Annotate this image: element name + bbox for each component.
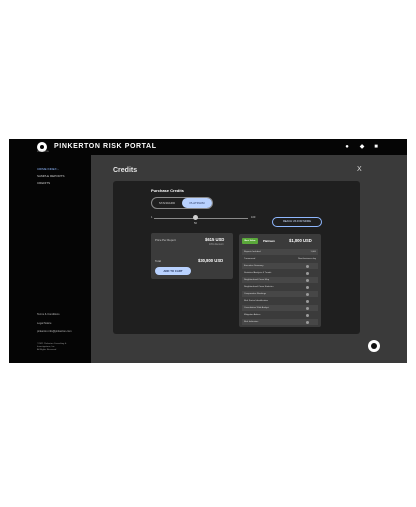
feature-row: Mitigation Advice [242, 312, 318, 318]
plan-price: $1,000 USD [289, 238, 312, 243]
feature-label: Turnaround [244, 257, 256, 260]
plan-card: Best Value Platinum $1,000 USD Reports I… [239, 234, 321, 327]
main-content: Credits X Purchase Credits STANDARD PLAT… [91, 155, 407, 363]
feature-label: Comparative Rankings [244, 292, 267, 295]
logo-text: PINKERTON [37, 151, 49, 153]
purchase-panel: Purchase Credits STANDARD PLATINUM 1 100… [113, 181, 360, 334]
sidebar-item-crime-index[interactable]: CRIME INDEX › [37, 167, 59, 171]
price-value: $615 USD [205, 237, 225, 242]
reach-us-button[interactable]: REACH US FOR MORE [272, 217, 322, 227]
toggle-standard[interactable]: STANDARD [152, 198, 182, 208]
brand-title: PINKERTON RISK PORTAL [54, 143, 157, 150]
purchase-title: Purchase Credits [151, 188, 184, 193]
credits-slider-handle[interactable] [193, 215, 198, 220]
feature-row: Neighborhood Crime Statistics [242, 284, 318, 290]
copyright-line-1: ©2021 Pinkerton Consulting & [37, 343, 67, 345]
slider-value-label: 50 [194, 222, 197, 225]
feature-label: Neighborhood Crime Statistics [244, 285, 274, 288]
plan-name: Platinum [263, 239, 275, 243]
best-value-badge: Best Value [242, 238, 258, 244]
check-icon [306, 299, 309, 303]
user-icon[interactable]: ● [344, 144, 350, 150]
total-label: Total [155, 259, 161, 263]
total-value: $30,800 USD [198, 258, 224, 263]
sidebar: CRIME INDEX › SAMPLE REPORTS CREDITS Ter… [9, 155, 91, 363]
sidebar-item-credits[interactable]: CREDITS [37, 181, 50, 185]
feature-label: Risk Factor Identification [244, 299, 268, 302]
check-icon [306, 320, 309, 324]
check-icon [306, 306, 309, 310]
feature-label: Consultation With Analyst [244, 306, 269, 309]
feature-label: Statistical Analysis & Trends [244, 271, 272, 274]
feature-row: Risk Indicators [242, 319, 318, 325]
add-to-cart-button[interactable]: ADD TO CART [155, 267, 191, 275]
credits-slider-track[interactable] [154, 218, 248, 219]
check-icon [306, 264, 309, 268]
feature-row: Reports Included 1,000 [242, 249, 318, 255]
toggle-platinum[interactable]: PLATINUM [182, 198, 212, 208]
feature-label: Executive Summary [244, 264, 264, 267]
legal-link[interactable]: Legal Notice [37, 322, 51, 325]
plan-toggle: STANDARD PLATINUM [151, 197, 213, 209]
bell-icon[interactable]: ◆ [359, 144, 365, 150]
feature-row: Neighborhood Crime Map [242, 277, 318, 283]
feature-value: 1,000 [310, 250, 316, 253]
feature-row: Executive Summary [242, 263, 318, 269]
check-icon [306, 278, 309, 282]
check-icon [306, 313, 309, 317]
chat-fab-button[interactable] [368, 340, 380, 352]
cart-icon[interactable]: ■ [373, 144, 379, 150]
feature-label: Reports Included [244, 250, 261, 253]
sidebar-item-sample-reports[interactable]: SAMPLE REPORTS [37, 174, 64, 178]
summary-card: Price Per Report $615 USD 10% discount T… [151, 233, 233, 279]
feature-row: Risk Factor Identification [242, 298, 318, 304]
slider-max-label: 100 [251, 216, 256, 219]
feature-label: Neighborhood Crime Map [244, 278, 270, 281]
slider-min-label: 1 [151, 216, 153, 219]
feature-row: Consultation With Analyst [242, 305, 318, 311]
check-icon [306, 285, 309, 289]
email-link[interactable]: pinkerton.info@pinkerton.com [37, 330, 72, 333]
top-bar: PINKERTON PINKERTON RISK PORTAL ● ◆ ■ [9, 139, 407, 155]
feature-row: Comparative Rankings [242, 291, 318, 297]
feature-row: Turnaround Next business day [242, 256, 318, 262]
feature-value: Next business day [298, 257, 316, 260]
check-icon [306, 271, 309, 275]
check-icon [306, 292, 309, 296]
copyright-line-2: Investigations, Inc. [37, 346, 56, 348]
close-button[interactable]: X [357, 166, 362, 173]
feature-label: Risk Indicators [244, 320, 259, 323]
app-window: PINKERTON PINKERTON RISK PORTAL ● ◆ ■ CR… [9, 139, 407, 363]
copyright-line-3: All Rights Reserved [37, 349, 57, 351]
feature-label: Mitigation Advice [244, 313, 261, 316]
discount-text: 10% discount [209, 243, 224, 246]
terms-link[interactable]: Terms & Conditions [37, 313, 60, 316]
price-label: Price Per Report [155, 238, 176, 242]
feature-row: Statistical Analysis & Trends [242, 270, 318, 276]
page-title: Credits [113, 167, 138, 174]
